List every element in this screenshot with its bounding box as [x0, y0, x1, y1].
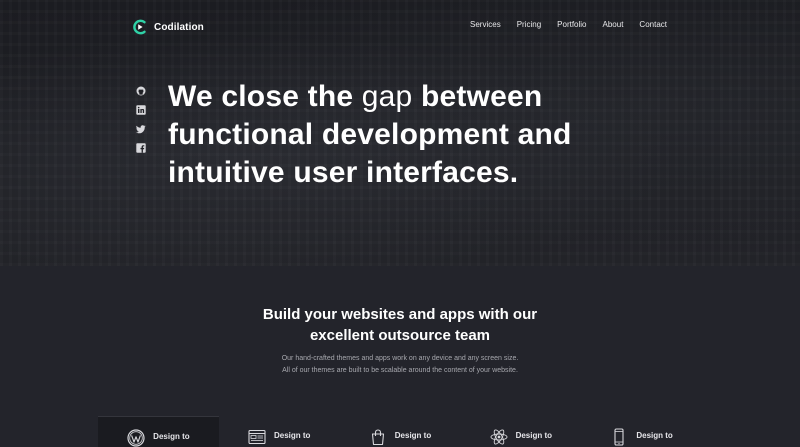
brand-name: Codilation	[154, 21, 204, 33]
tab-label: Design to	[394, 431, 432, 440]
tab-label: Design to	[636, 431, 673, 440]
nav-item-contact[interactable]: Contact	[639, 20, 667, 29]
section-title: Build your websites and apps with our ex…	[0, 304, 800, 346]
tab-label: Design to	[515, 431, 553, 440]
codilation-logo-icon	[133, 19, 146, 35]
section-title-line-2: excellent outsource team	[309, 327, 491, 344]
brand-logo[interactable]: Codilation	[132, 17, 204, 37]
nav-item-pricing[interactable]: Pricing	[517, 20, 541, 29]
tab-design-to-react[interactable]: Design to	[460, 416, 581, 447]
nav-item-portfolio[interactable]: Portfolio	[557, 20, 586, 29]
main-nav: Services Pricing Portfolio About Contact	[470, 20, 667, 29]
section-subtitle: Our hand-crafted themes and apps work on…	[0, 353, 800, 377]
github-icon[interactable]	[136, 86, 146, 96]
twitter-icon[interactable]	[136, 124, 146, 134]
tab-design-to-shop[interactable]: Design to	[340, 416, 461, 447]
hero-headline: We close the gap between functional deve…	[168, 78, 638, 192]
section-subtitle-line-2: All of our themes are built to be scalab…	[282, 367, 518, 374]
section-title-line-1: Build your websites and apps with our	[262, 306, 538, 323]
browser-window-icon	[248, 429, 266, 445]
section-subtitle-line-1: Our hand-crafted themes and apps work on…	[281, 355, 519, 362]
hero-section: Codilation Services Pricing Portfolio Ab…	[0, 0, 800, 266]
facebook-icon[interactable]	[136, 143, 146, 153]
headline-line-3: intuitive user interfaces.	[168, 156, 519, 189]
headline-part: We close the	[168, 80, 362, 113]
tab-label: Design to	[273, 431, 311, 440]
wordpress-icon	[127, 429, 145, 447]
headline-line-2: functional development and	[168, 118, 572, 151]
linkedin-icon[interactable]	[136, 105, 146, 115]
nav-item-services[interactable]: Services	[470, 20, 501, 29]
nav-item-about[interactable]: About	[603, 20, 624, 29]
react-atom-icon	[490, 429, 508, 445]
tab-design-to-mobile[interactable]: Design to	[581, 416, 702, 447]
mobile-phone-icon	[614, 428, 624, 446]
headline-highlight-word: gap	[361, 80, 413, 113]
headline-part: between	[412, 80, 543, 113]
tab-design-to-wordpress[interactable]: Design to	[98, 416, 219, 447]
tab-label: Design to	[153, 432, 190, 441]
service-tabs: Design to Design to Design to Design to	[98, 416, 702, 447]
social-links	[136, 86, 146, 153]
tab-design-to-html[interactable]: Design to	[219, 416, 340, 447]
shopping-bag-icon	[371, 429, 384, 446]
